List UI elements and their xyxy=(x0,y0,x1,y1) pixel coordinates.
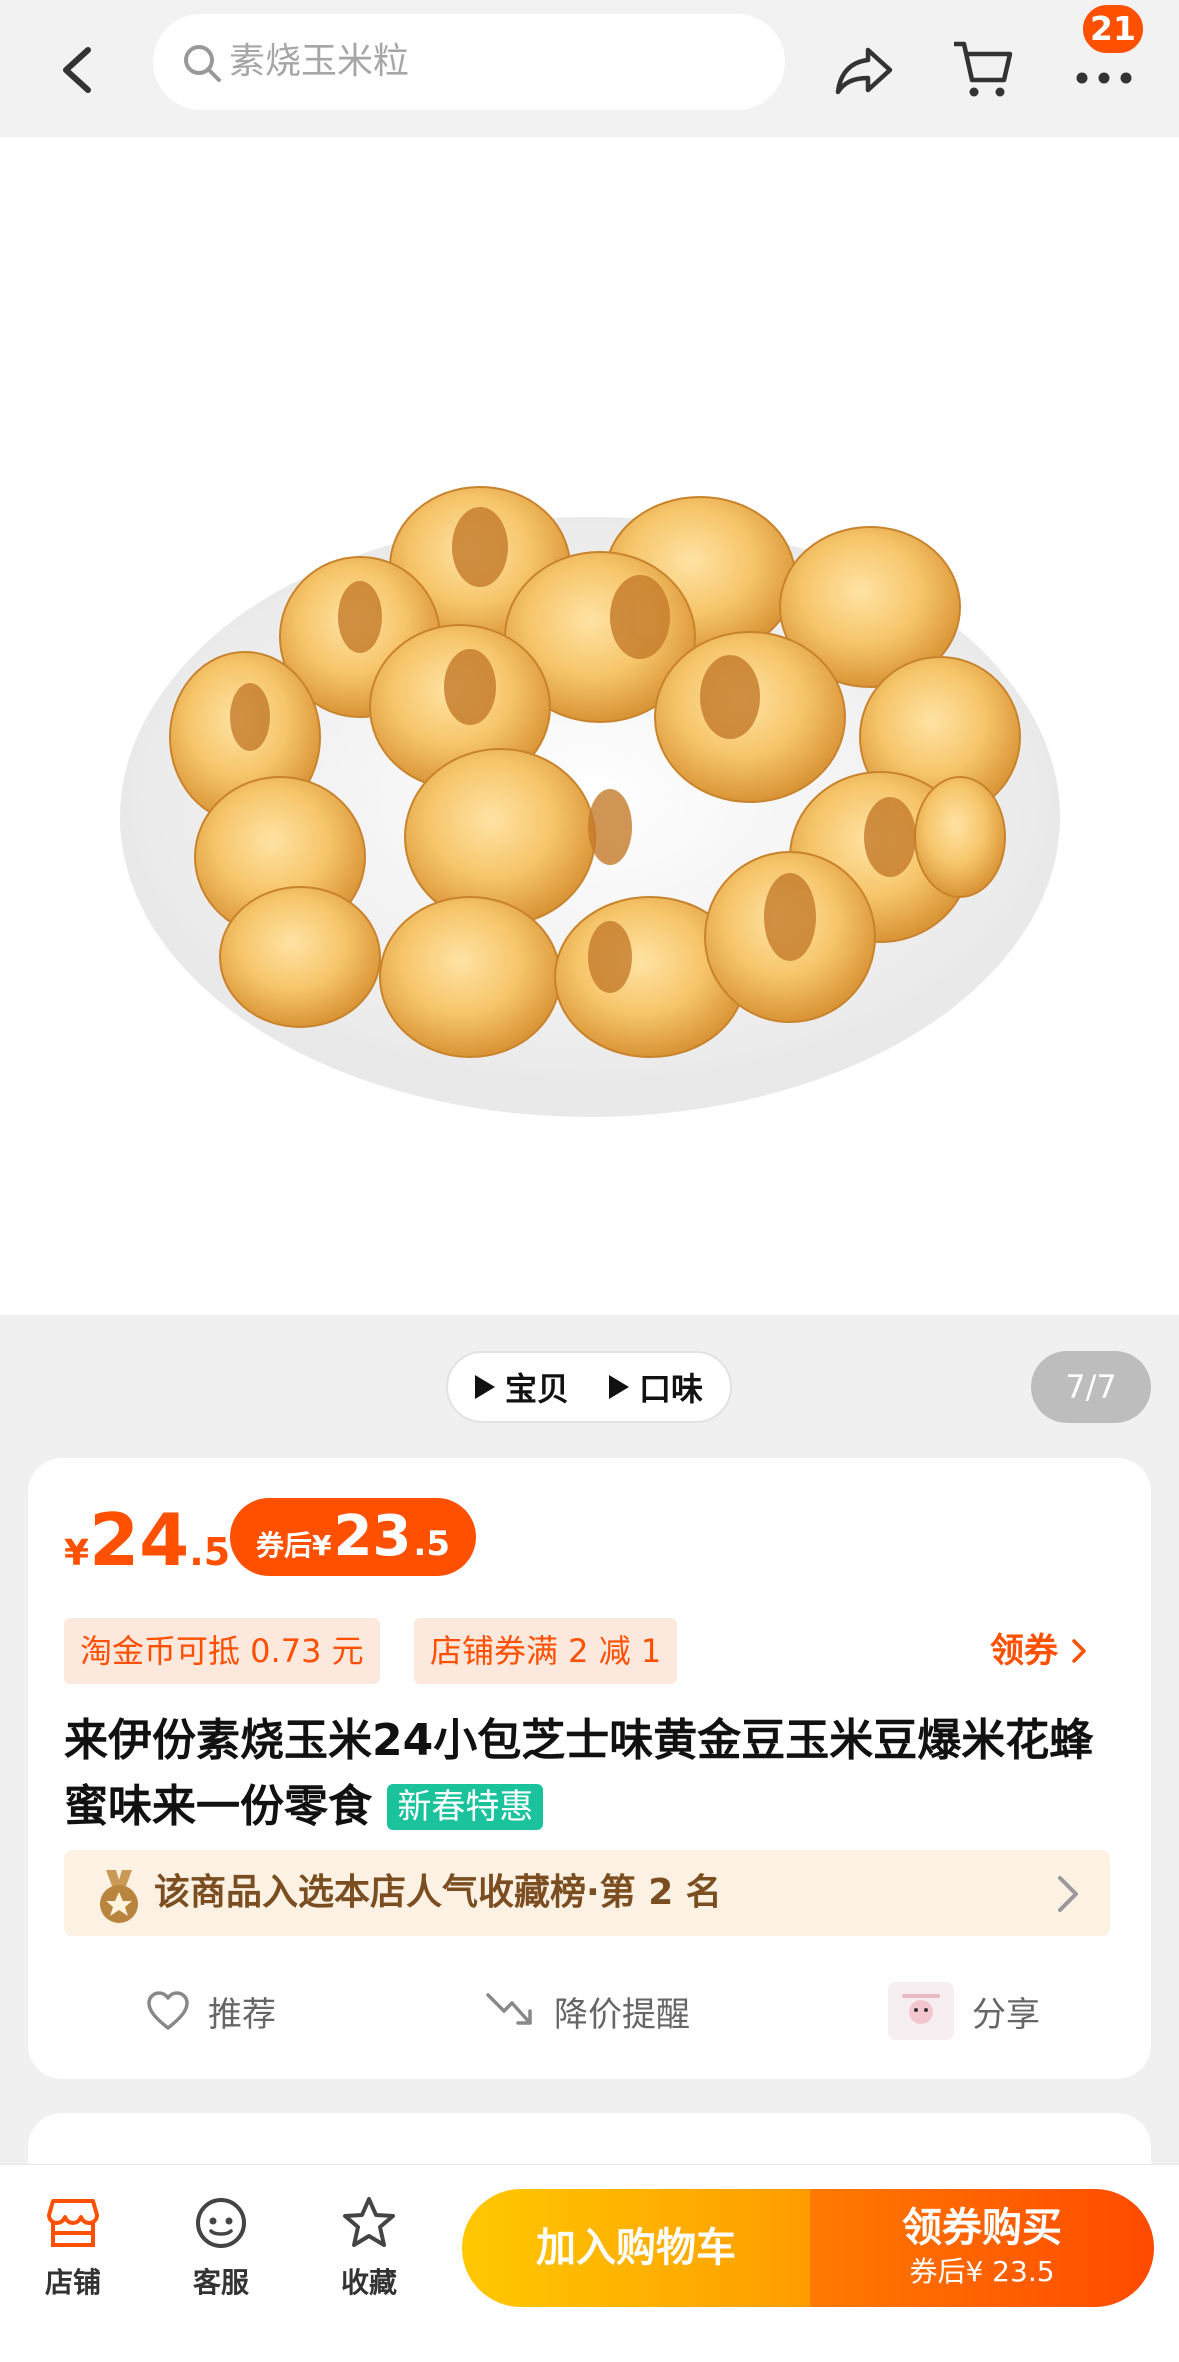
coin-discount-tag[interactable]: 淘金币可抵 0.73 元 xyxy=(64,1618,380,1684)
product-title: 来伊份素烧玉米24小包芝士味黄金豆玉米豆爆米花蜂蜜味来一份零食 新春特惠 xyxy=(64,1708,1114,1840)
share-label: 分享 xyxy=(972,1994,1040,2035)
shop-icon xyxy=(47,2199,99,2247)
after-coupon-label: 券后¥ xyxy=(256,1529,332,1562)
heart-icon xyxy=(147,1991,189,2030)
play-icon xyxy=(609,1375,629,1399)
share-button[interactable]: 分享 xyxy=(888,1976,1040,2046)
price-integer: 24 xyxy=(89,1498,190,1582)
buy-with-coupon-button[interactable]: 领券购买 券后¥ 23.5 xyxy=(810,2189,1154,2307)
search-placeholder: 素烧玉米粒 xyxy=(229,41,410,82)
medal-icon xyxy=(94,1870,144,1926)
buy-sub-price: 券后¥ 23.5 xyxy=(909,2255,1055,2288)
customer-service-button[interactable]: 客服 xyxy=(166,2195,276,2301)
price-alert-button[interactable]: 降价提醒 xyxy=(486,1976,690,2046)
customer-service-label: 客服 xyxy=(192,2266,249,2299)
get-coupon-label: 领券 xyxy=(990,1631,1058,1671)
after-coupon-decimal: .5 xyxy=(413,1524,450,1564)
add-to-cart-button[interactable]: 加入购物车 xyxy=(462,2189,810,2307)
get-coupon-link[interactable]: 领券 xyxy=(990,1618,1088,1684)
video-tabs: 宝贝 口味 xyxy=(446,1351,732,1423)
product-info-card: ¥24.5 券后¥ 23.5 淘金币可抵 0.73 元 店铺券满 2 减 1 领券… xyxy=(28,1458,1151,2079)
price-decimal: .5 xyxy=(189,1530,231,1574)
share-icon[interactable] xyxy=(832,38,896,102)
promo-badge: 新春特惠 xyxy=(387,1784,544,1830)
search-icon xyxy=(181,42,223,84)
tab-product-video[interactable]: 宝贝 xyxy=(474,1364,569,1410)
product-image[interactable] xyxy=(0,137,1179,1315)
chevron-right-icon xyxy=(1054,1874,1082,1914)
price-currency: ¥ xyxy=(64,1533,90,1574)
tab-label: 宝贝 xyxy=(504,1370,569,1408)
play-icon xyxy=(474,1375,495,1399)
shop-coupon-tag[interactable]: 店铺券满 2 减 1 xyxy=(414,1618,678,1684)
tab-label: 口味 xyxy=(639,1370,704,1408)
after-coupon-integer: 23 xyxy=(333,1504,412,1569)
price-drop-icon xyxy=(486,1993,532,2025)
back-icon[interactable] xyxy=(52,40,102,100)
buy-label: 领券购买 xyxy=(902,2205,1062,2251)
share-thumbnail xyxy=(888,1982,954,2040)
star-icon xyxy=(343,2197,395,2247)
chevron-right-icon xyxy=(1072,1639,1086,1663)
product-title-text: 来伊份素烧玉米24小包芝士味黄金豆玉米豆爆米花蜂蜜味来一份零食 xyxy=(64,1715,1094,1832)
price-alert-label: 降价提醒 xyxy=(554,1994,690,2035)
tab-flavor-video[interactable]: 口味 xyxy=(609,1364,703,1410)
top-bar: 素烧玉米粒 21 xyxy=(0,0,1179,137)
rank-banner[interactable]: 该商品入选本店人气收藏榜·第 2 名 xyxy=(64,1850,1110,1936)
message-count-badge: 21 xyxy=(1080,2,1146,56)
favorite-button[interactable]: 收藏 xyxy=(314,2195,424,2301)
rank-text: 该商品入选本店人气收藏榜·第 2 名 xyxy=(154,1872,722,1913)
shop-button[interactable]: 店铺 xyxy=(18,2195,128,2301)
recommend-button[interactable]: 推荐 xyxy=(146,1976,276,2046)
price: ¥24.5 xyxy=(64,1498,230,1582)
shop-label: 店铺 xyxy=(44,2266,101,2299)
customer-service-icon xyxy=(196,2198,246,2248)
image-page-indicator: 7/7 xyxy=(1031,1351,1151,1423)
after-coupon-price-badge: 券后¥ 23.5 xyxy=(230,1498,476,1576)
cart-icon[interactable] xyxy=(950,36,1016,102)
recommend-label: 推荐 xyxy=(208,1994,276,2035)
search-input[interactable]: 素烧玉米粒 xyxy=(153,14,785,110)
favorite-label: 收藏 xyxy=(340,2266,397,2299)
